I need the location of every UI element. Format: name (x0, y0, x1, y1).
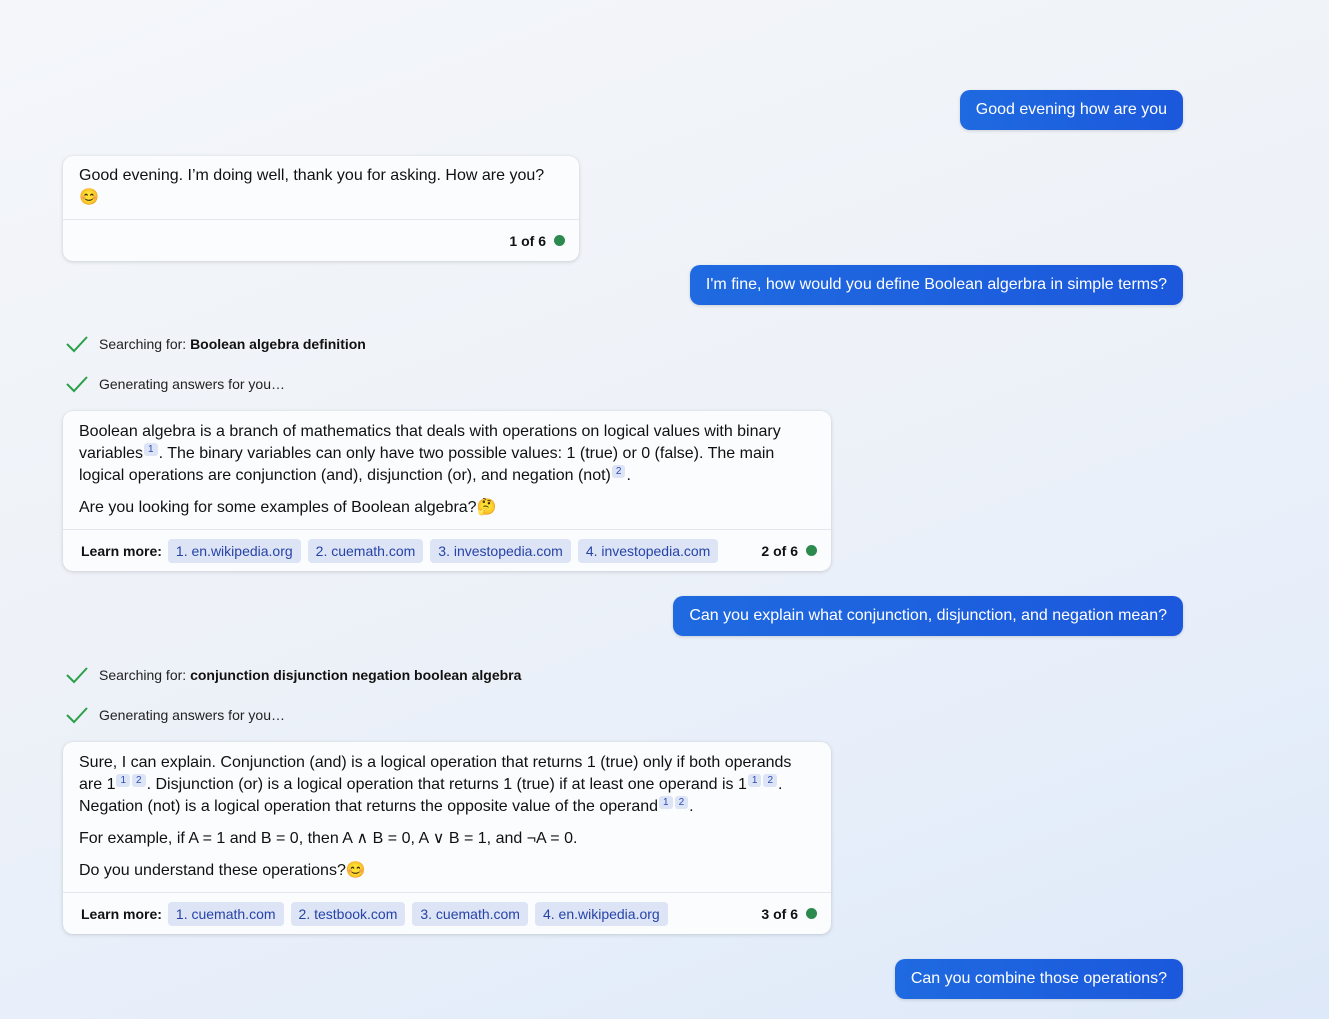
citation-1[interactable]: 1 (116, 774, 131, 787)
thinking-emoji-icon: 🤔 (476, 499, 497, 516)
message-counter: 1 of 6 (509, 233, 565, 249)
source-link[interactable]: 2. cuemath.com (307, 538, 424, 563)
user-message: Can you explain what conjunction, disjun… (673, 596, 1183, 636)
source-link[interactable]: 1. cuemath.com (167, 901, 284, 926)
user-message: Can you combine those operations? (894, 959, 1183, 999)
generating-text: Generating answers for you… (99, 376, 285, 392)
citation-2[interactable]: 2 (132, 774, 146, 787)
search-prefix: Searching for: (99, 336, 187, 352)
smile-emoji-icon: 😊 (79, 189, 99, 206)
search-query: Boolean algebra definition (190, 336, 366, 352)
status-dot-icon (806, 545, 817, 556)
source-link[interactable]: 3. investopedia.com (430, 538, 571, 563)
citation-1[interactable]: 1 (144, 443, 158, 456)
citation-1[interactable]: 1 (659, 796, 673, 809)
bot-message: Sure, I can explain. Conjunction (and) i… (63, 742, 831, 934)
message-counter: 3 of 6 (761, 906, 817, 922)
source-link[interactable]: 4. en.wikipedia.org (534, 901, 668, 926)
status-dot-icon (554, 235, 565, 246)
learn-more-label: Learn more: (81, 905, 162, 922)
search-prefix: Searching for: (99, 667, 187, 683)
source-link[interactable]: 2. testbook.com (290, 901, 406, 926)
status-dot-icon (806, 908, 817, 919)
user-message: Good evening how are you (959, 90, 1183, 130)
bot-paragraph: Do you understand these operations?😊 (79, 862, 366, 879)
check-icon (66, 336, 88, 353)
bot-message: Good evening. I’m doing well, thank you … (63, 156, 579, 261)
learn-more-label: Learn more: (81, 542, 162, 559)
bot-paragraph: Are you looking for some examples of Boo… (79, 499, 497, 516)
generating-status: Generating answers for you… (64, 373, 285, 395)
source-link[interactable]: 4. investopedia.com (577, 538, 719, 563)
bot-paragraph: Boolean algebra is a branch of mathemati… (79, 423, 781, 484)
generating-status: Generating answers for you… (64, 704, 285, 726)
search-query: conjunction disjunction negation boolean… (190, 667, 522, 683)
source-link[interactable]: 3. cuemath.com (412, 901, 528, 926)
source-link[interactable]: 1. en.wikipedia.org (167, 538, 301, 563)
message-counter: 2 of 6 (761, 543, 817, 559)
user-message: I'm fine, how would you define Boolean a… (689, 265, 1183, 305)
check-icon (66, 667, 88, 684)
citation-2[interactable]: 2 (763, 774, 778, 787)
search-status: Searching for: Boolean algebra definitio… (64, 333, 366, 355)
citation-2[interactable]: 2 (611, 465, 626, 478)
bot-paragraph: Sure, I can explain. Conjunction (and) i… (79, 754, 792, 815)
bot-paragraph: For example, if A = 1 and B = 0, then A … (79, 830, 578, 847)
smile-emoji-icon: 😊 (345, 862, 366, 879)
citation-1[interactable]: 1 (747, 774, 762, 787)
check-icon (66, 707, 88, 724)
citation-2[interactable]: 2 (674, 796, 689, 809)
generating-text: Generating answers for you… (99, 707, 285, 723)
bot-message: Boolean algebra is a branch of mathemati… (63, 411, 831, 571)
bot-message-text: Good evening. I’m doing well, thank you … (79, 167, 545, 184)
check-icon (66, 376, 88, 393)
search-status: Searching for: conjunction disjunction n… (64, 664, 521, 686)
